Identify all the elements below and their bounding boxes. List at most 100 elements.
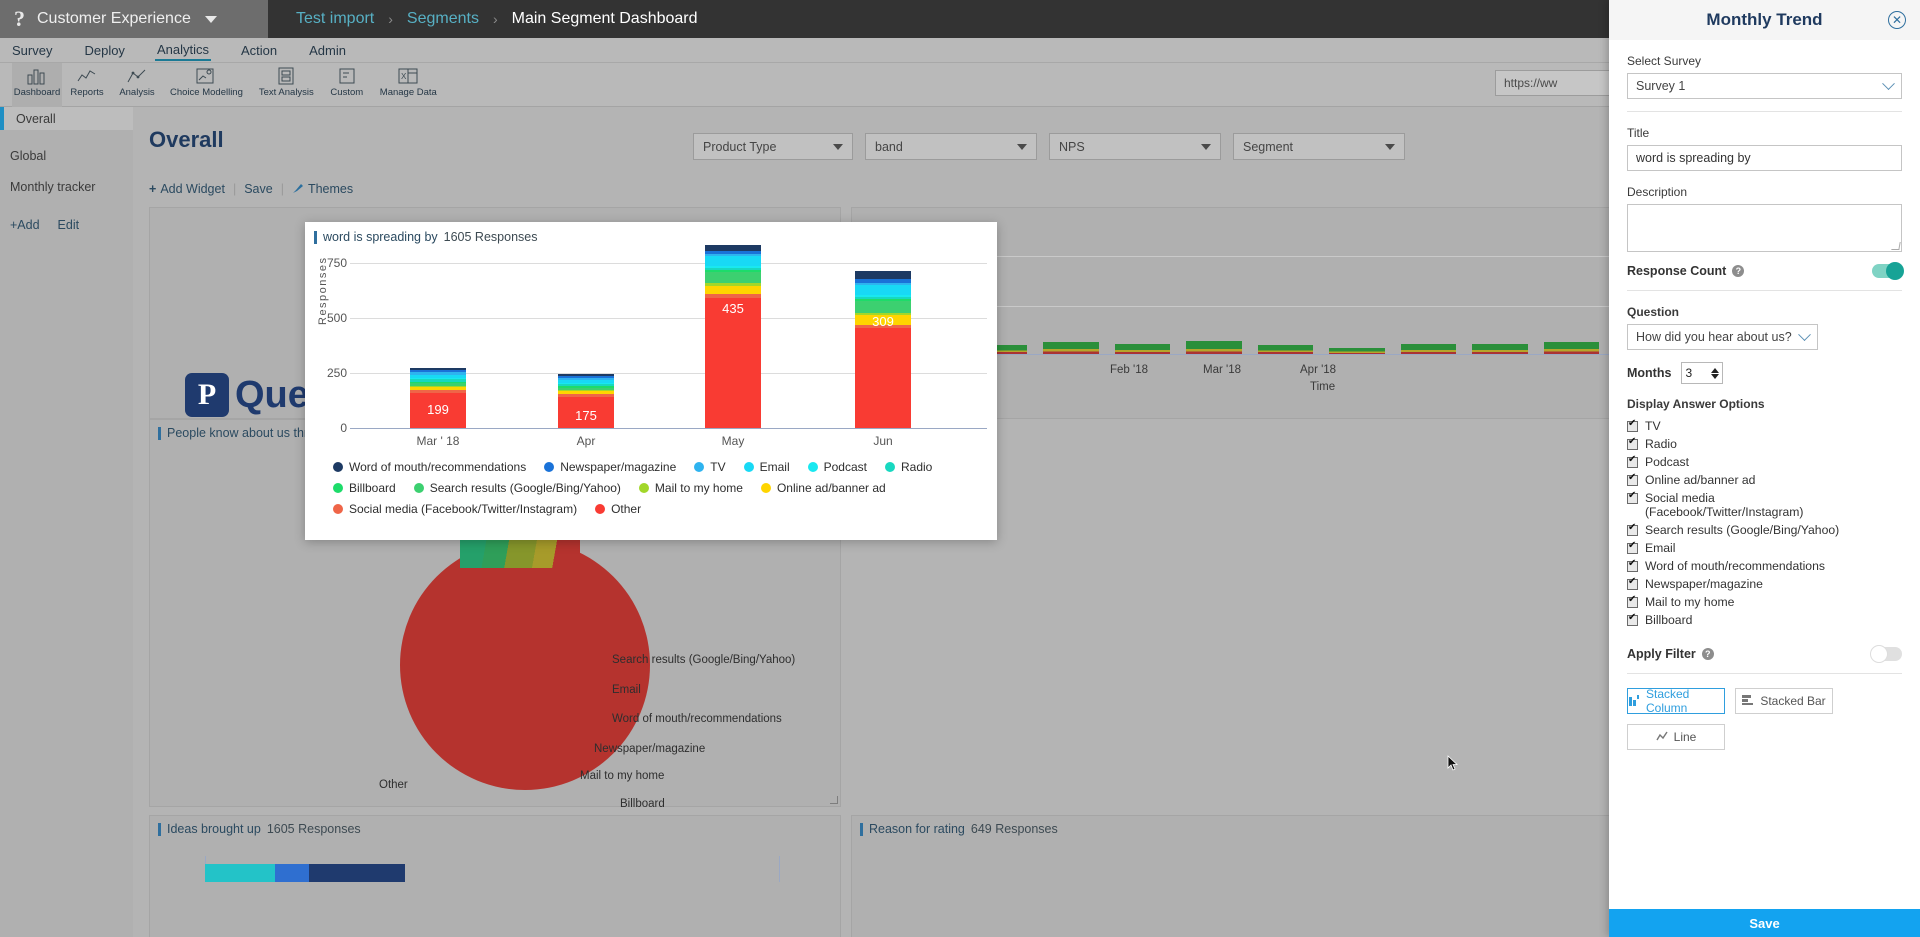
legend-item-podcast[interactable]: Podcast [807,460,867,474]
panel-save-button[interactable]: Save [1609,909,1920,937]
option-radio[interactable]: Radio [1627,435,1902,453]
ribbon-item-manage-data[interactable]: X Manage Data [372,63,445,107]
help-icon[interactable]: ? [1732,265,1745,277]
answer-options-list: TV Radio Podcast Online ad/banner ad Soc… [1627,417,1902,629]
themes-button[interactable]: Themes [292,182,353,197]
ribbon-item-text-analysis[interactable]: Text Analysis [251,63,322,107]
option-social-media[interactable]: Social media (Facebook/Twitter/Instagram… [1627,489,1902,521]
widget-title: Reason for rating [869,822,965,836]
sidebar-add-button[interactable]: +Add [10,218,40,232]
legend-swatch-icon [333,462,343,472]
ribbon-item-analysis[interactable]: Analysis [112,63,162,107]
legend-item-word-of-mouth[interactable]: Word of mouth/recommendations [333,460,526,474]
menu-item-deploy[interactable]: Deploy [82,41,126,60]
sidebar-tab-overall[interactable]: Overall [0,107,133,130]
legend-item-tv[interactable]: TV [694,460,726,474]
filter-segment[interactable]: Segment [1233,133,1405,160]
sidebar-edit-button[interactable]: Edit [58,218,80,232]
legend-item-other[interactable]: Other [595,502,641,516]
option-tv[interactable]: TV [1627,417,1902,435]
widget-header: Ideas brought up 1605 Responses [150,816,840,836]
description-textarea[interactable] [1627,204,1902,252]
ribbon-item-custom[interactable]: Custom [322,63,372,107]
checkbox-icon[interactable] [1627,558,1638,572]
legend-item-search-results[interactable]: Search results (Google/Bing/Yahoo) [413,481,621,495]
ribbon-item-dashboard[interactable]: Dashboard [12,63,62,107]
select-survey-dropdown[interactable]: Survey 1 [1627,73,1902,99]
widget-title: Ideas brought up [167,822,261,836]
breadcrumb-item-segments[interactable]: Segments [407,10,479,28]
chart-type-stacked-column[interactable]: Stacked Column [1627,687,1725,715]
checkbox-icon[interactable] [1627,594,1638,608]
option-billboard[interactable]: Billboard [1627,611,1902,629]
legend-item-radio[interactable]: Radio [884,460,932,474]
legend-item-mail-to-my-home[interactable]: Mail to my home [638,481,743,495]
checkbox-icon[interactable] [1627,454,1638,468]
stepper-arrows[interactable] [1711,367,1720,379]
apply-filter-toggle[interactable] [1870,645,1902,663]
widget-count: 1605 Responses [266,822,361,836]
close-icon[interactable]: ✕ [1888,11,1906,29]
months-stepper[interactable]: 3 [1681,362,1724,384]
menu-item-analytics[interactable]: Analytics [154,40,211,61]
option-podcast[interactable]: Podcast [1627,453,1902,471]
chart-bar-jun[interactable] [855,271,911,428]
option-newspaper[interactable]: Newspaper/magazine [1627,575,1902,593]
themes-label: Themes [307,182,354,196]
sidebar-item-global[interactable]: Global [0,140,133,171]
legend-item-email[interactable]: Email [743,460,790,474]
chevron-down-icon[interactable] [204,15,217,23]
legend-item-newspaper[interactable]: Newspaper/magazine [544,460,676,474]
legend-item-online-ad[interactable]: Online ad/banner ad [760,481,886,495]
help-icon[interactable]: ? [1701,648,1714,660]
checkbox-icon[interactable] [1627,540,1638,554]
menu-item-survey[interactable]: Survey [10,41,54,60]
breadcrumb-item-test-import[interactable]: Test import [296,10,374,28]
save-button[interactable]: Save [244,182,273,196]
filter-band[interactable]: band [865,133,1037,160]
checkbox-icon[interactable] [1627,436,1638,450]
option-online-ad[interactable]: Online ad/banner ad [1627,471,1902,489]
chevron-down-icon[interactable] [1711,373,1720,379]
checkbox-icon[interactable] [1627,490,1638,504]
option-mail-to-my-home[interactable]: Mail to my home [1627,593,1902,611]
textarea-resize-handle[interactable] [1891,242,1901,250]
ribbon-item-reports[interactable]: Reports [62,63,112,107]
question-dropdown[interactable]: How did you hear about us? [1627,324,1818,350]
legend-item-billboard[interactable]: Billboard [333,481,396,495]
legend-item-social-media[interactable]: Social media (Facebook/Twitter/Instagram… [333,502,577,516]
response-count-label-group: Response Count ? [1627,264,1745,278]
response-count-toggle[interactable] [1872,262,1904,280]
checkbox-icon[interactable] [1627,612,1638,626]
checkbox-icon[interactable] [1627,472,1638,486]
widget-resize-handle[interactable] [830,796,838,804]
option-search-results[interactable]: Search results (Google/Bing/Yahoo) [1627,521,1902,539]
checkbox-icon[interactable] [1627,418,1638,432]
chart-bar-may[interactable] [705,245,761,428]
sidebar-item-monthly-tracker[interactable]: Monthly tracker [0,171,133,202]
menu-item-admin[interactable]: Admin [307,41,348,60]
widget-ideas-brought-up[interactable]: Ideas brought up 1605 Responses [149,815,841,937]
ribbon-label: Choice Modelling [170,87,243,98]
chart-type-stacked-bar[interactable]: Stacked Bar [1735,688,1833,714]
brand-block[interactable]: ? Customer Experience [0,0,268,38]
title-input[interactable]: word is spreading by [1627,145,1902,171]
menu-item-action[interactable]: Action [239,41,279,60]
ribbon-item-choice-modelling[interactable]: Choice Modelling [162,63,251,107]
checkbox-icon[interactable] [1627,576,1638,590]
chevron-down-icon [1385,143,1395,150]
filter-product-type[interactable]: Product Type [693,133,853,160]
chart-bar-label-apr: 175 [575,408,597,423]
option-email[interactable]: Email [1627,539,1902,557]
chart-ytick-500: 500 [326,311,347,325]
filter-nps[interactable]: NPS [1049,133,1221,160]
divider [1627,673,1902,674]
option-word-of-mouth[interactable]: Word of mouth/recommendations [1627,557,1902,575]
months-row: Months 3 [1627,362,1902,384]
filter-label: NPS [1059,139,1085,154]
chart-bar-mar18[interactable] [410,368,466,428]
checkbox-icon[interactable] [1627,522,1638,536]
chart-type-line[interactable]: Line [1627,724,1725,750]
chevron-up-icon[interactable] [1711,367,1720,373]
add-widget-button[interactable]: + Add Widget [149,182,225,196]
